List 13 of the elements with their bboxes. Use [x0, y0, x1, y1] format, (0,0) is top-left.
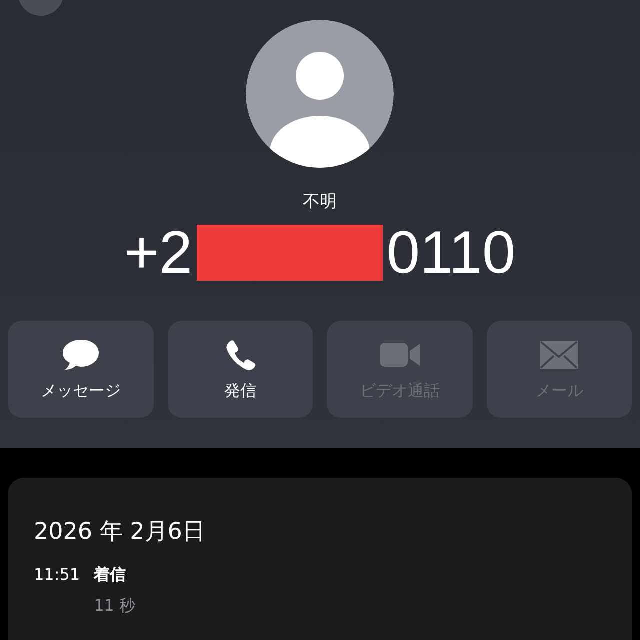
call-type: 着信 — [94, 565, 128, 586]
message-button[interactable]: メッセージ — [8, 321, 154, 418]
call-button[interactable]: 発信 — [168, 321, 313, 418]
video-camera-icon — [378, 341, 421, 369]
speech-bubble-icon — [60, 338, 101, 372]
call-duration: 11 秒 — [94, 596, 136, 617]
contact-name: 不明 — [302, 191, 338, 213]
phone-number: 0110 — [386, 221, 516, 285]
call-time: 11:51 — [34, 565, 80, 586]
phone-icon — [224, 339, 256, 371]
envelope-icon — [539, 340, 580, 370]
phone-number: +2 — [124, 221, 193, 285]
call-date: 2026 年 2月6日 — [34, 518, 206, 547]
